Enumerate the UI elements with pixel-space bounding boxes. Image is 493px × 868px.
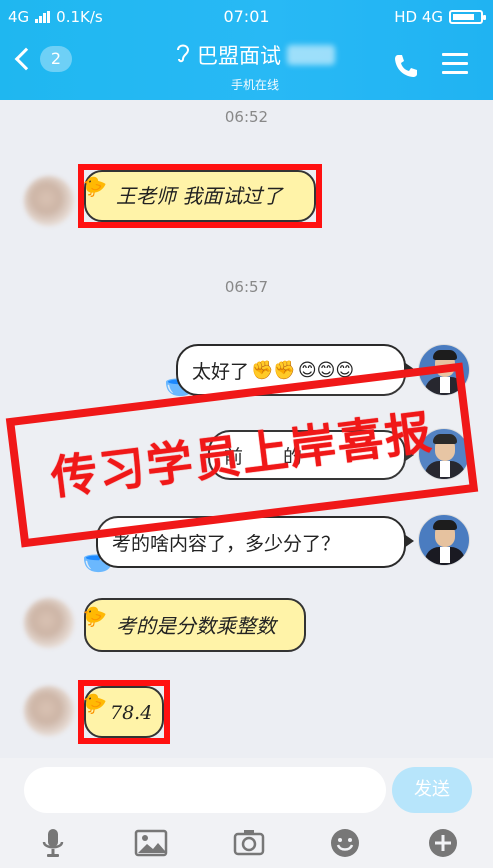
- menu-button[interactable]: [442, 53, 468, 75]
- plus-icon[interactable]: [426, 826, 460, 860]
- right-network-label: HD 4G: [394, 8, 443, 26]
- chat-header: 2 巴盟面试 手机在线: [0, 34, 493, 100]
- camera-icon[interactable]: [232, 826, 266, 860]
- image-icon[interactable]: [134, 826, 168, 860]
- message-bubble-received[interactable]: 🐤 78.4: [80, 686, 164, 738]
- chat-title-area[interactable]: 巴盟面试 手机在线: [140, 40, 370, 93]
- emoji-icon[interactable]: [328, 826, 362, 860]
- microphone-icon[interactable]: [36, 826, 70, 860]
- phone-call-button[interactable]: [392, 52, 420, 80]
- chat-title: 巴盟面试: [197, 44, 281, 68]
- back-button[interactable]: 2: [14, 46, 72, 72]
- chevron-left-icon: [14, 47, 38, 71]
- timestamp: 06:52: [224, 108, 269, 126]
- message-input[interactable]: [24, 767, 386, 813]
- contact-avatar: [24, 176, 74, 226]
- input-bar: 发送: [0, 758, 493, 818]
- top-bar: 4G 0.1K/s 07:01 HD 4G 2 巴盟面试 手机在线: [0, 0, 493, 100]
- contact-avatar: [24, 686, 74, 736]
- input-toolbar: [0, 818, 493, 868]
- battery-icon: [449, 10, 486, 24]
- status-bar: 4G 0.1K/s 07:01 HD 4G: [0, 0, 493, 34]
- fist-emoji-icon: ✊✊: [251, 359, 296, 381]
- chick-icon: 🐤: [80, 174, 105, 198]
- message-bubble-received[interactable]: 🐤 王老师 我面试过了: [80, 170, 316, 222]
- ear-icon: [175, 42, 191, 69]
- phone-icon: [395, 55, 417, 77]
- chick-icon: 🐤: [80, 691, 105, 715]
- timestamp: 06:57: [224, 278, 269, 296]
- contact-avatar: [24, 598, 74, 648]
- message-bubble-received[interactable]: 🐤 考的是分数乘整数: [80, 598, 306, 652]
- online-status: 手机在线: [230, 78, 279, 92]
- unread-badge: 2: [40, 46, 72, 72]
- user-avatar: [418, 514, 470, 566]
- send-button[interactable]: 发送: [392, 767, 472, 813]
- chick-icon: 🐤: [80, 604, 105, 628]
- blurred-name: [287, 45, 335, 65]
